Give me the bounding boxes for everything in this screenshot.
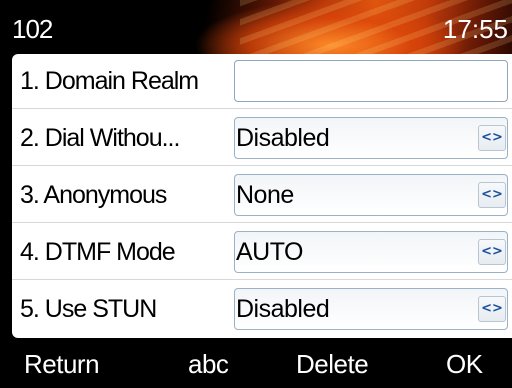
- setting-value: AUTO: [236, 238, 304, 266]
- left-right-arrows-icon[interactable]: <>: [478, 125, 506, 151]
- left-right-arrows-icon[interactable]: <>: [478, 239, 506, 265]
- return-softkey[interactable]: Return: [24, 340, 100, 388]
- softkey-bar: Return abc Delete OK: [0, 340, 512, 388]
- setting-label: 3. Anonymous: [20, 181, 167, 209]
- setting-row-dtmf-mode[interactable]: 4. DTMF Mode AUTO <>: [12, 225, 512, 280]
- setting-row-domain-realm[interactable]: 1. Domain Realm: [12, 54, 512, 109]
- domain-realm-input[interactable]: [234, 60, 508, 102]
- setting-label: 2. Dial Withou...: [20, 124, 180, 152]
- left-right-arrows-icon[interactable]: <>: [478, 182, 506, 208]
- setting-label: 5. Use STUN: [20, 295, 157, 323]
- setting-row-use-stun[interactable]: 5. Use STUN Disabled <>: [12, 282, 512, 336]
- setting-value: Disabled: [236, 124, 330, 152]
- extension-number: 102: [12, 14, 53, 44]
- delete-softkey[interactable]: Delete: [296, 340, 369, 388]
- setting-row-dial-without[interactable]: 2. Dial Withou... Disabled <>: [12, 111, 512, 166]
- setting-row-anonymous[interactable]: 3. Anonymous None <>: [12, 168, 512, 223]
- settings-list: 1. Domain Realm 2. Dial Withou... Disabl…: [12, 54, 512, 338]
- status-bar: 102 17:55: [0, 0, 512, 60]
- setting-value: None: [236, 181, 294, 209]
- setting-label: 1. Domain Realm: [20, 67, 199, 95]
- setting-label: 4. DTMF Mode: [20, 238, 176, 266]
- ok-softkey[interactable]: OK: [446, 340, 483, 388]
- clock: 17:55: [442, 14, 508, 44]
- left-right-arrows-icon[interactable]: <>: [478, 296, 506, 322]
- setting-value: Disabled: [236, 295, 330, 323]
- abc-softkey[interactable]: abc: [188, 340, 229, 388]
